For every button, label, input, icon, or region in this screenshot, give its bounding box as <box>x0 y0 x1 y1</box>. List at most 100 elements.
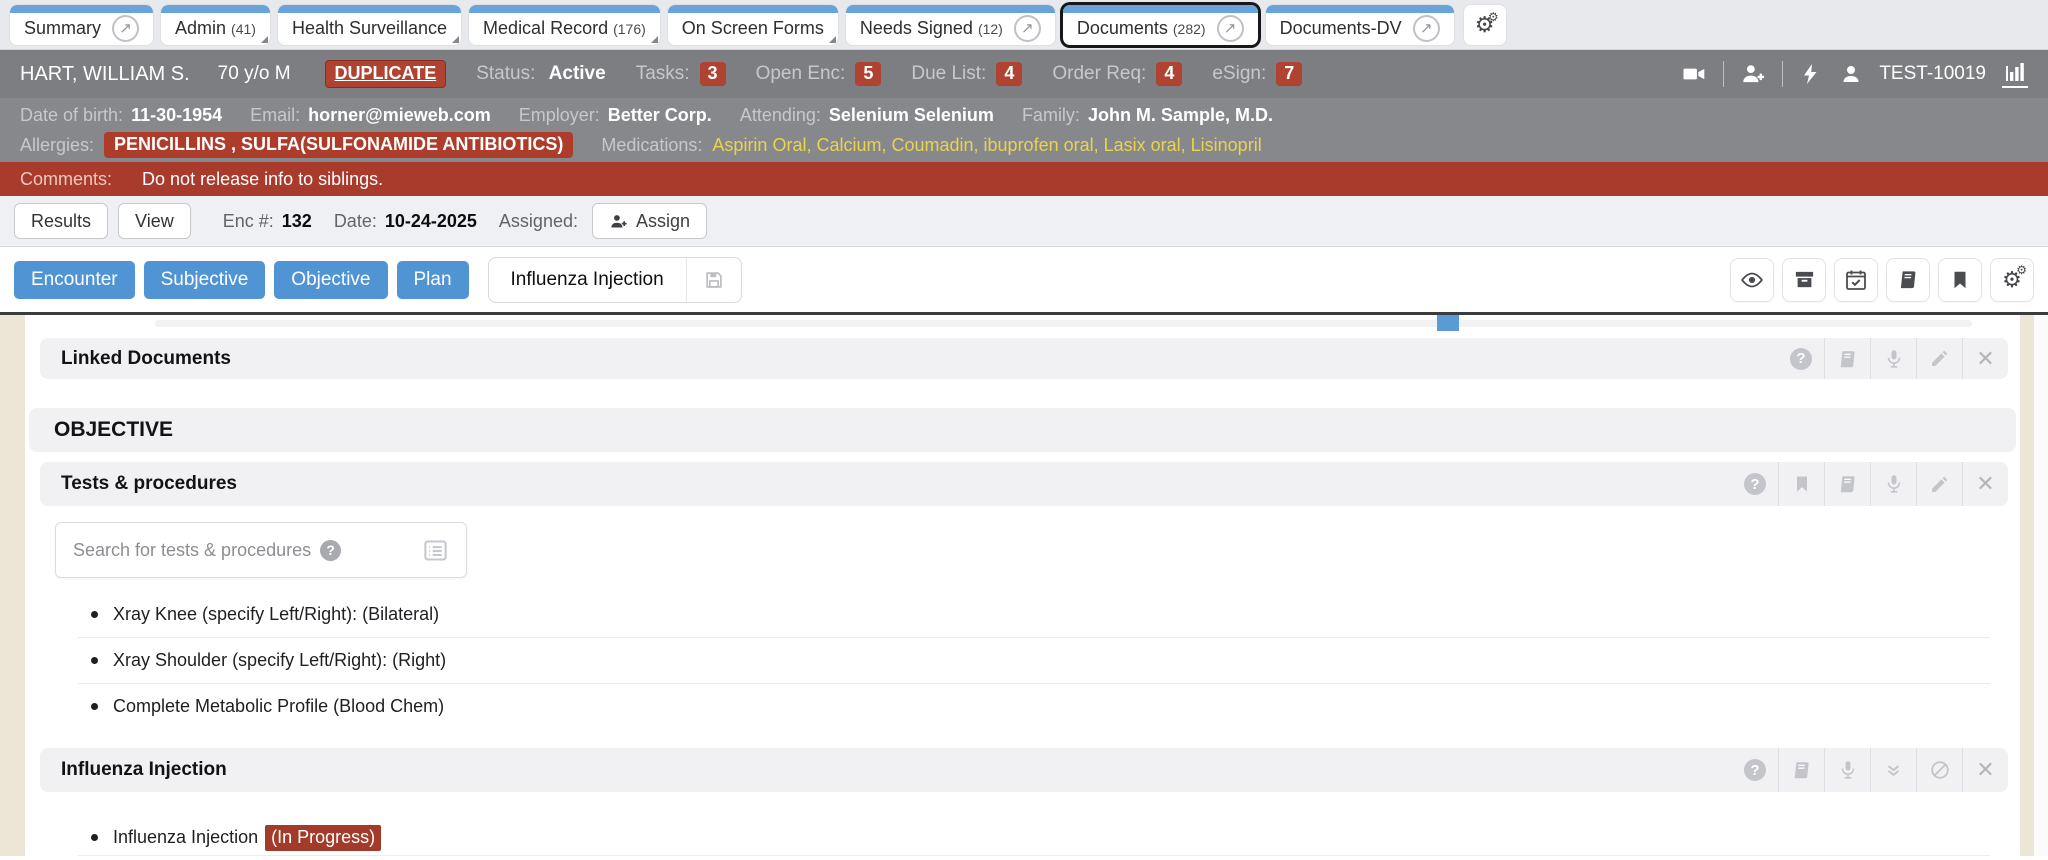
bullet-icon <box>91 703 98 710</box>
gears-icon[interactable]: ⚙ ⚙ <box>1990 258 2034 302</box>
nav-button-subjective[interactable]: Subjective <box>144 261 266 299</box>
counter[interactable]: Order Req: 4 <box>1052 62 1182 86</box>
item-text: Xray Knee (specify Left/Right): (Bilater… <box>113 604 439 625</box>
tab-health-surveillance[interactable]: Health Surveillance <box>278 5 461 45</box>
help-icon[interactable]: ? <box>1732 748 1778 792</box>
nav-button-encounter[interactable]: Encounter <box>14 261 135 299</box>
tab-label: Needs Signed <box>860 18 973 39</box>
counter-badge[interactable]: 4 <box>1156 62 1182 86</box>
floppy-save-icon[interactable] <box>687 269 741 291</box>
demographics-bar: Date of birth: 11-30-1954 Email: horner@… <box>0 98 2048 162</box>
medications-label: Medications: <box>601 135 702 156</box>
date-value: 10-24-2025 <box>385 211 477 232</box>
list-item[interactable]: Influenza Injection (In Progress) <box>25 815 1990 860</box>
assign-button[interactable]: Assign <box>592 203 707 239</box>
video-camera-icon[interactable] <box>1681 61 1707 87</box>
list-item[interactable]: Xray Shoulder (specify Left/Right): (Rig… <box>25 638 1990 683</box>
field-value: Better Corp. <box>608 105 712 126</box>
counter[interactable]: Tasks: 3 <box>636 62 726 86</box>
lightning-icon[interactable] <box>1799 62 1823 86</box>
counter-label: eSign: <box>1212 63 1266 85</box>
medication-link[interactable]: Lasix oral, <box>1104 135 1191 155</box>
duplicate-badge[interactable]: DUPLICATE <box>325 60 447 88</box>
browser-scrollbar[interactable] <box>2034 315 2048 856</box>
book-icon[interactable] <box>1886 258 1930 302</box>
microphone-icon[interactable] <box>1870 338 1916 379</box>
help-icon[interactable]: ? <box>1732 462 1778 506</box>
counter-badge[interactable]: 3 <box>700 62 726 86</box>
user-icon[interactable] <box>1839 62 1863 86</box>
add-user-icon[interactable] <box>1740 61 1766 87</box>
medication-link[interactable]: ibuprofen oral, <box>984 135 1104 155</box>
book-icon[interactable] <box>1824 338 1870 379</box>
eye-icon[interactable] <box>1730 258 1774 302</box>
medication-link[interactable]: Lisinopril <box>1191 135 1262 155</box>
microphone-icon[interactable] <box>1870 462 1916 506</box>
scroll-thumb[interactable] <box>1437 315 1459 331</box>
chevron-double-down-icon[interactable] <box>1870 748 1916 792</box>
pencil-icon[interactable] <box>1916 462 1962 506</box>
item-text: Xray Shoulder (specify Left/Right): (Rig… <box>113 650 446 671</box>
view-button[interactable]: View <box>118 203 191 239</box>
allergies-badge[interactable]: PENICILLINS , SULFA(SULFONAMIDE ANTIBIOT… <box>104 132 573 158</box>
external-link-icon[interactable]: ↗ <box>1413 15 1440 42</box>
tab-medical-record[interactable]: Medical Record (176) <box>469 5 660 45</box>
medication-link[interactable]: Aspirin Oral, <box>712 135 816 155</box>
tab-label: Medical Record <box>483 18 608 39</box>
nav-button-plan[interactable]: Plan <box>397 261 469 299</box>
patient-name[interactable]: HART, WILLIAM S. <box>20 63 190 86</box>
counter-badge[interactable]: 5 <box>855 62 881 86</box>
close-icon[interactable]: ✕ <box>1962 462 2008 506</box>
divider <box>1723 61 1724 87</box>
tab-needs-signed[interactable]: Needs Signed (12) ↗ <box>846 5 1055 45</box>
list-browse-icon[interactable] <box>422 537 449 564</box>
results-button[interactable]: Results <box>14 203 108 239</box>
help-icon[interactable]: ? <box>1778 338 1824 379</box>
section-title: Tests & procedures <box>61 473 237 495</box>
nav-button-objective[interactable]: Objective <box>274 261 387 299</box>
tests-search-input[interactable]: Search for tests & procedures ? <box>55 522 467 578</box>
medication-link[interactable]: Coumadin, <box>891 135 983 155</box>
counter[interactable]: eSign: 7 <box>1212 62 1302 86</box>
field-label: Attending: <box>740 105 821 126</box>
tab-on-screen-forms[interactable]: On Screen Forms <box>668 5 838 45</box>
list-item[interactable]: Complete Metabolic Profile (Blood Chem) <box>25 684 1990 729</box>
external-link-icon[interactable]: ↗ <box>1014 15 1041 42</box>
counter-label: Order Req: <box>1052 63 1146 85</box>
close-icon[interactable]: ✕ <box>1962 748 2008 792</box>
list-item[interactable]: Xray Knee (specify Left/Right): (Bilater… <box>25 592 1990 637</box>
ban-icon[interactable] <box>1916 748 1962 792</box>
counter-badge[interactable]: 7 <box>1276 62 1302 86</box>
bookmark-icon[interactable] <box>1938 258 1982 302</box>
bar-chart-icon[interactable] <box>2002 60 2028 88</box>
field-value: 11-30-1954 <box>131 105 222 126</box>
external-link-icon[interactable]: ↗ <box>112 15 139 42</box>
book-icon[interactable] <box>1778 748 1824 792</box>
tab-summary[interactable]: Summary ↗ <box>10 5 153 45</box>
field-value: horner@mieweb.com <box>308 105 491 126</box>
bookmark-icon[interactable] <box>1778 462 1824 506</box>
field-label: Family: <box>1022 105 1080 126</box>
counter[interactable]: Open Enc: 5 <box>756 62 882 86</box>
microphone-icon[interactable] <box>1824 748 1870 792</box>
tab-settings-button[interactable]: ⚙ ⚙ <box>1464 5 1506 45</box>
counter-badge[interactable]: 4 <box>996 62 1022 86</box>
counter[interactable]: Due List: 4 <box>911 62 1022 86</box>
tab-admin[interactable]: Admin (41) <box>161 5 270 45</box>
book-icon[interactable] <box>1824 462 1870 506</box>
tab-documents[interactable]: Documents (282) ↗ <box>1063 5 1258 45</box>
help-icon[interactable]: ? <box>320 540 341 561</box>
status-badge[interactable]: (In Progress) <box>265 825 381 851</box>
status-value: Active <box>549 63 606 84</box>
archive-icon[interactable] <box>1782 258 1826 302</box>
external-link-icon[interactable]: ↗ <box>1217 15 1244 42</box>
calendar-check-icon[interactable] <box>1834 258 1878 302</box>
close-icon[interactable]: ✕ <box>1962 338 2008 379</box>
document-title-chip[interactable]: Influenza Injection <box>488 257 742 303</box>
medication-link[interactable]: Calcium, <box>816 135 891 155</box>
patient-age-sex: 70 y/o M <box>218 63 291 85</box>
tab-documents-dv[interactable]: Documents-DV ↗ <box>1266 5 1454 45</box>
pencil-icon[interactable] <box>1916 338 1962 379</box>
tab-label: On Screen Forms <box>682 18 824 39</box>
user-id[interactable]: TEST-10019 <box>1879 63 1986 85</box>
